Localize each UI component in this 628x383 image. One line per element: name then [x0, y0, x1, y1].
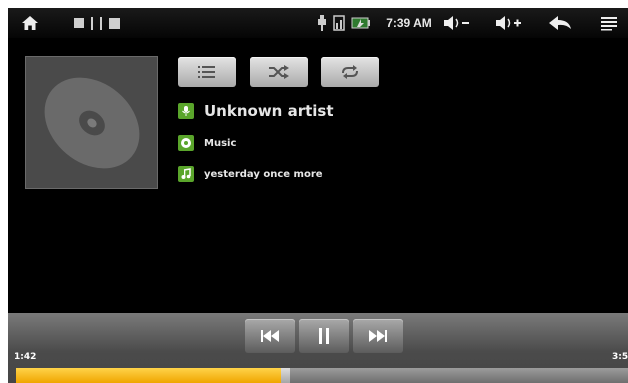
sd-card-icon — [333, 15, 345, 31]
previous-icon — [261, 330, 279, 342]
system-icons — [314, 8, 374, 38]
shuffle-button[interactable] — [250, 57, 308, 87]
shuffle-icon — [269, 65, 289, 79]
battery-icon — [351, 17, 370, 29]
microphone-icon — [178, 103, 194, 119]
back-icon[interactable] — [540, 8, 580, 38]
music-note-icon — [178, 166, 194, 182]
notification-icon — [74, 18, 84, 28]
artist-row: Unknown artist — [178, 102, 334, 120]
notification-icons[interactable] — [74, 8, 154, 38]
track-row: yesterday once more — [178, 166, 323, 182]
album-disc-icon — [178, 135, 194, 151]
next-icon — [369, 330, 387, 342]
pause-button[interactable] — [299, 319, 349, 353]
playback-panel: 1:42 3:5 — [8, 313, 628, 383]
elapsed-time: 1:42 — [14, 352, 37, 362]
album-row: Music — [178, 135, 236, 151]
menu-icon[interactable] — [596, 8, 622, 38]
pause-icon — [319, 328, 329, 344]
album-art — [25, 56, 158, 189]
next-button[interactable] — [353, 319, 403, 353]
home-icon[interactable] — [18, 8, 42, 38]
usb-debug-icon — [100, 16, 102, 30]
track-title: yesterday once more — [204, 168, 323, 180]
playlist-button[interactable] — [178, 57, 236, 87]
status-bar: 7:39 AM — [8, 8, 628, 38]
seek-bar-progress — [16, 368, 286, 383]
usb-icon — [318, 15, 326, 31]
repeat-button[interactable] — [321, 57, 379, 87]
album-name: Music — [204, 137, 237, 149]
total-time: 3:5 — [612, 352, 628, 362]
seek-bar[interactable] — [16, 368, 628, 383]
usb-debug-icon — [91, 16, 93, 30]
disc-icon — [44, 77, 140, 169]
music-player-screen: 7:39 AM Unknown artist Music yesterday o… — [8, 8, 628, 383]
volume-down-icon[interactable] — [440, 8, 474, 38]
previous-button[interactable] — [245, 319, 295, 353]
repeat-icon — [342, 65, 358, 79]
artist-name: Unknown artist — [204, 102, 334, 120]
status-clock: 7:39 AM — [386, 16, 432, 30]
list-icon — [198, 66, 215, 78]
play-notification-icon — [109, 17, 120, 29]
volume-up-icon[interactable] — [492, 8, 526, 38]
seek-bar-handle[interactable] — [281, 368, 291, 383]
